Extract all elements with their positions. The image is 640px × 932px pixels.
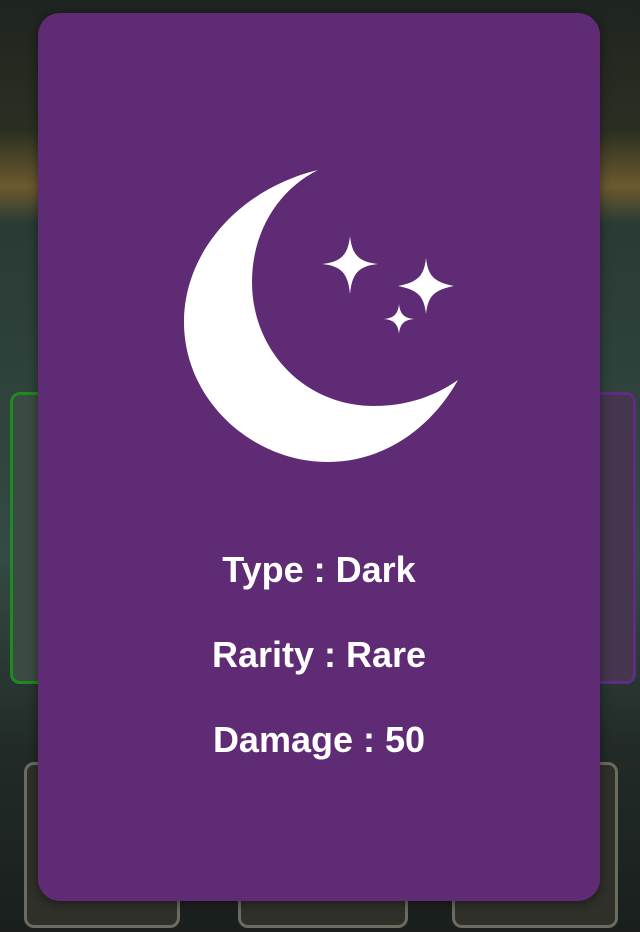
card-stats: Type : Dark Rarity : Rare Damage : 50	[38, 549, 600, 804]
crescent-moon-stars-icon	[182, 154, 462, 466]
card-damage-text: Damage : 50	[212, 719, 426, 760]
card-detail-modal[interactable]: Type : Dark Rarity : Rare Damage : 50	[38, 13, 600, 901]
card-rarity-text: Rarity : Rare	[211, 634, 427, 675]
card-type-text: Type : Dark	[222, 549, 416, 590]
